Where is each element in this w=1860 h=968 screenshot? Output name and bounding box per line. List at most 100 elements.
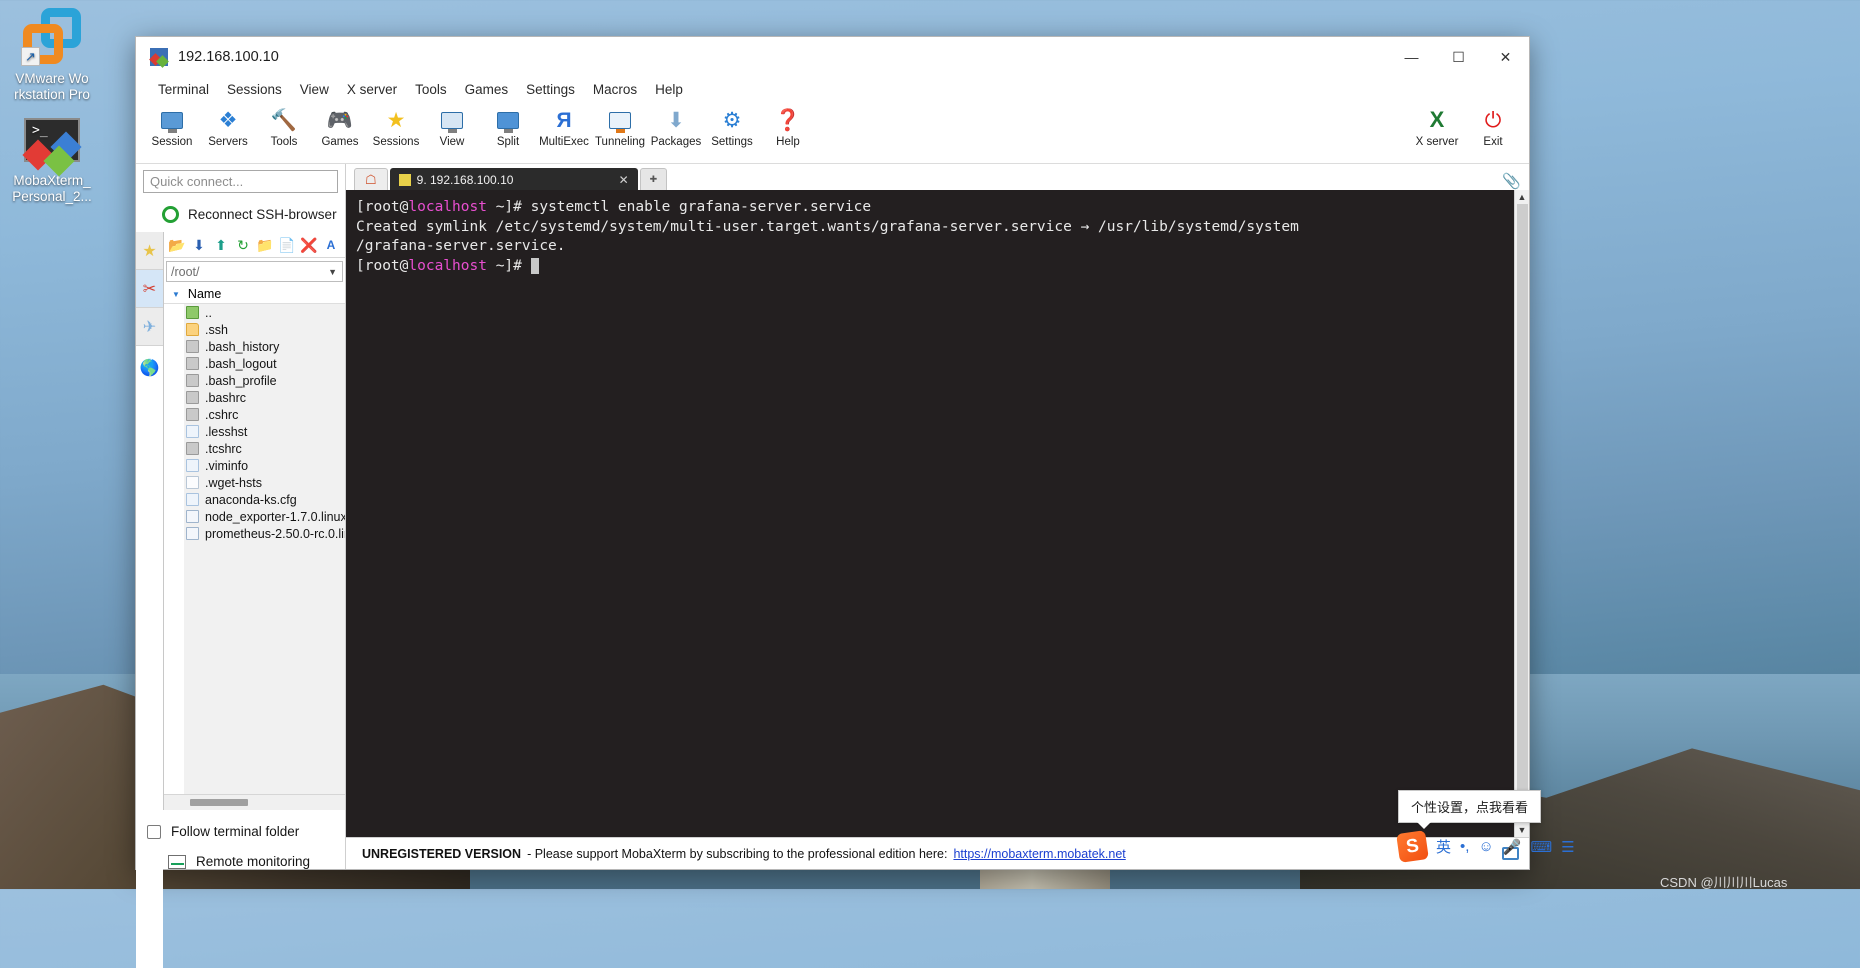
ime-tooltip[interactable]: 个性设置，点我看看 <box>1398 790 1542 829</box>
maximize-button[interactable]: ☐ <box>1435 37 1482 77</box>
desktop-icon-vmware[interactable]: ↗ VMware Wo rkstation Pro <box>2 6 102 103</box>
tab-new[interactable]: ✚ <box>639 168 668 190</box>
menu-sessions[interactable]: Sessions <box>218 80 291 99</box>
terminal-vscrollbar[interactable]: ▲ ▼ <box>1514 190 1529 837</box>
sidebar-tab-tools[interactable]: ✂ <box>136 270 163 308</box>
menu-tools[interactable]: Tools <box>406 80 456 99</box>
file-row[interactable]: anaconda-ks.cfg <box>164 491 345 508</box>
file-list[interactable]: .. .ssh .bash_history .bash_logout .bash… <box>164 304 345 794</box>
sidebar-tab-sftp[interactable]: ✈ <box>136 308 163 346</box>
ime-keyboard-icon[interactable]: ⌨ <box>1530 838 1552 856</box>
file-row[interactable]: .bash_profile <box>164 372 345 389</box>
menu-terminal[interactable]: Terminal <box>149 80 218 99</box>
refresh-icon[interactable]: ↻ <box>234 236 252 254</box>
mobaxterm-link[interactable]: https://mobaxterm.mobatek.net <box>953 847 1125 861</box>
toolbar-servers-button[interactable]: ❖ Servers <box>200 104 256 149</box>
menubar: Terminal Sessions View X server Tools Ga… <box>136 77 1529 102</box>
toolbar-settings-button[interactable]: ⚙ Settings <box>704 104 760 149</box>
new-folder-icon[interactable]: 📁 <box>256 236 274 254</box>
window-body: Quick connect... Reconnect SSH-browser ★… <box>136 164 1529 968</box>
new-file-icon[interactable]: 📄 <box>278 236 296 254</box>
file-row[interactable]: .lesshst <box>164 423 345 440</box>
download-icon[interactable]: ⬇ <box>190 236 208 254</box>
file-name: anaconda-ks.cfg <box>205 492 297 507</box>
minimize-button[interactable]: — <box>1388 37 1435 77</box>
close-button[interactable]: ✕ <box>1482 37 1529 77</box>
tab-home[interactable]: ☖ <box>354 168 388 190</box>
knife-icon: ✂ <box>142 280 157 298</box>
follow-terminal-folder-checkbox[interactable]: Follow terminal folder <box>136 810 345 839</box>
help-icon: ❓ <box>774 108 802 132</box>
toolbar-label: X server <box>1415 136 1459 148</box>
delete-icon[interactable]: ❌ <box>300 236 318 254</box>
text-mode-icon[interactable]: A <box>322 236 340 254</box>
file-row[interactable]: prometheus-2.50.0-rc.0.linux-a <box>164 525 345 542</box>
toolbar-label: MultiExec <box>539 136 589 148</box>
checkbox-box[interactable] <box>147 824 161 839</box>
toolbar-sessions-button[interactable]: ★ Sessions <box>368 104 424 149</box>
hscrollbar-thumb[interactable] <box>190 799 248 806</box>
terminal-output[interactable]: [root@localhost ~]# systemctl enable gra… <box>346 190 1514 837</box>
sogou-logo-icon[interactable]: S <box>1396 830 1429 863</box>
script-file-icon <box>186 442 199 455</box>
file-row[interactable]: .viminfo <box>164 457 345 474</box>
unregistered-version-label: UNREGISTERED VERSION <box>362 846 522 861</box>
scroll-up-icon[interactable]: ▲ <box>1518 192 1527 202</box>
remote-monitoring-button[interactable]: Remote monitoring <box>136 839 345 869</box>
sidebar-tab-globe[interactable]: 🌎 <box>136 346 163 390</box>
tab-close-icon[interactable]: ✕ <box>601 173 629 187</box>
file-row[interactable]: .tcshrc <box>164 440 345 457</box>
ime-menu-icon[interactable]: ☰ <box>1561 838 1574 856</box>
toolbar-packages-button[interactable]: ⬇ Packages <box>648 104 704 149</box>
ime-punctuation-button[interactable]: •, <box>1460 838 1469 855</box>
packages-icon: ⬇ <box>667 108 685 132</box>
toolbar-xserver-button[interactable]: X X server <box>1409 104 1465 149</box>
reconnect-ssh-browser-button[interactable]: Reconnect SSH-browser <box>136 197 345 232</box>
menu-xserver[interactable]: X server <box>338 80 406 99</box>
file-row[interactable]: .wget-hsts <box>164 474 345 491</box>
toolbar-tunneling-button[interactable]: Tunneling <box>592 104 648 148</box>
menu-view[interactable]: View <box>291 80 338 99</box>
sidebar-tab-favorites[interactable]: ★ <box>136 232 163 270</box>
archive-file-icon <box>186 527 199 540</box>
file-row[interactable]: .bashrc <box>164 389 345 406</box>
toolbar-split-button[interactable]: Split <box>480 104 536 148</box>
toolbar-exit-button[interactable]: ⏻ Exit <box>1465 104 1521 149</box>
plain-file-icon <box>186 476 199 489</box>
toolbar-help-button[interactable]: ❓ Help <box>760 104 816 149</box>
toolbar-multiexec-button[interactable]: Я MultiExec <box>536 104 592 149</box>
toolbar-tools-button[interactable]: 🔨 Tools <box>256 104 312 149</box>
toolbar-label: Tunneling <box>594 136 646 148</box>
up-folder-icon[interactable]: 📂 <box>168 236 186 254</box>
paperclip-icon[interactable]: 📎 <box>1502 172 1521 190</box>
tab-session-192-168-100-10[interactable]: 9. 192.168.100.10 ✕ <box>389 168 638 190</box>
ime-voice-icon[interactable]: 🎤 <box>1503 838 1522 856</box>
file-row[interactable]: .bash_logout <box>164 355 345 372</box>
chevron-down-icon[interactable]: ▼ <box>328 267 337 277</box>
upload-icon[interactable]: ⬆ <box>212 236 230 254</box>
toolbar-session-button[interactable]: Session <box>144 104 200 148</box>
ime-emoji-icon[interactable]: ☺ <box>1478 838 1493 855</box>
shortcut-arrow-icon: ↗ <box>21 47 40 66</box>
file-column-header[interactable]: ▼ Name <box>164 285 345 304</box>
file-row[interactable]: .. <box>164 304 345 321</box>
menu-help[interactable]: Help <box>646 80 692 99</box>
ime-language-button[interactable]: 英 <box>1436 836 1451 857</box>
menu-settings[interactable]: Settings <box>517 80 584 99</box>
vscrollbar-thumb[interactable] <box>1516 204 1528 823</box>
toolbar-label: View <box>439 136 465 148</box>
file-row[interactable]: .cshrc <box>164 406 345 423</box>
file-row[interactable]: .bash_history <box>164 338 345 355</box>
quick-connect-input[interactable]: Quick connect... <box>143 170 338 193</box>
file-name: .tcshrc <box>205 441 242 456</box>
menu-macros[interactable]: Macros <box>584 80 646 99</box>
menu-games[interactable]: Games <box>456 80 518 99</box>
file-list-hscrollbar[interactable] <box>164 794 345 810</box>
desktop-icon-mobaxterm[interactable]: MobaXterm_ Personal_2... <box>2 118 102 205</box>
path-input[interactable]: /root/ ▼ <box>166 261 343 282</box>
toolbar-games-button[interactable]: 🎮 Games <box>312 104 368 149</box>
script-file-icon <box>186 340 199 353</box>
toolbar-view-button[interactable]: View <box>424 104 480 148</box>
file-row[interactable]: node_exporter-1.7.0.linux-amd <box>164 508 345 525</box>
file-row[interactable]: .ssh <box>164 321 345 338</box>
